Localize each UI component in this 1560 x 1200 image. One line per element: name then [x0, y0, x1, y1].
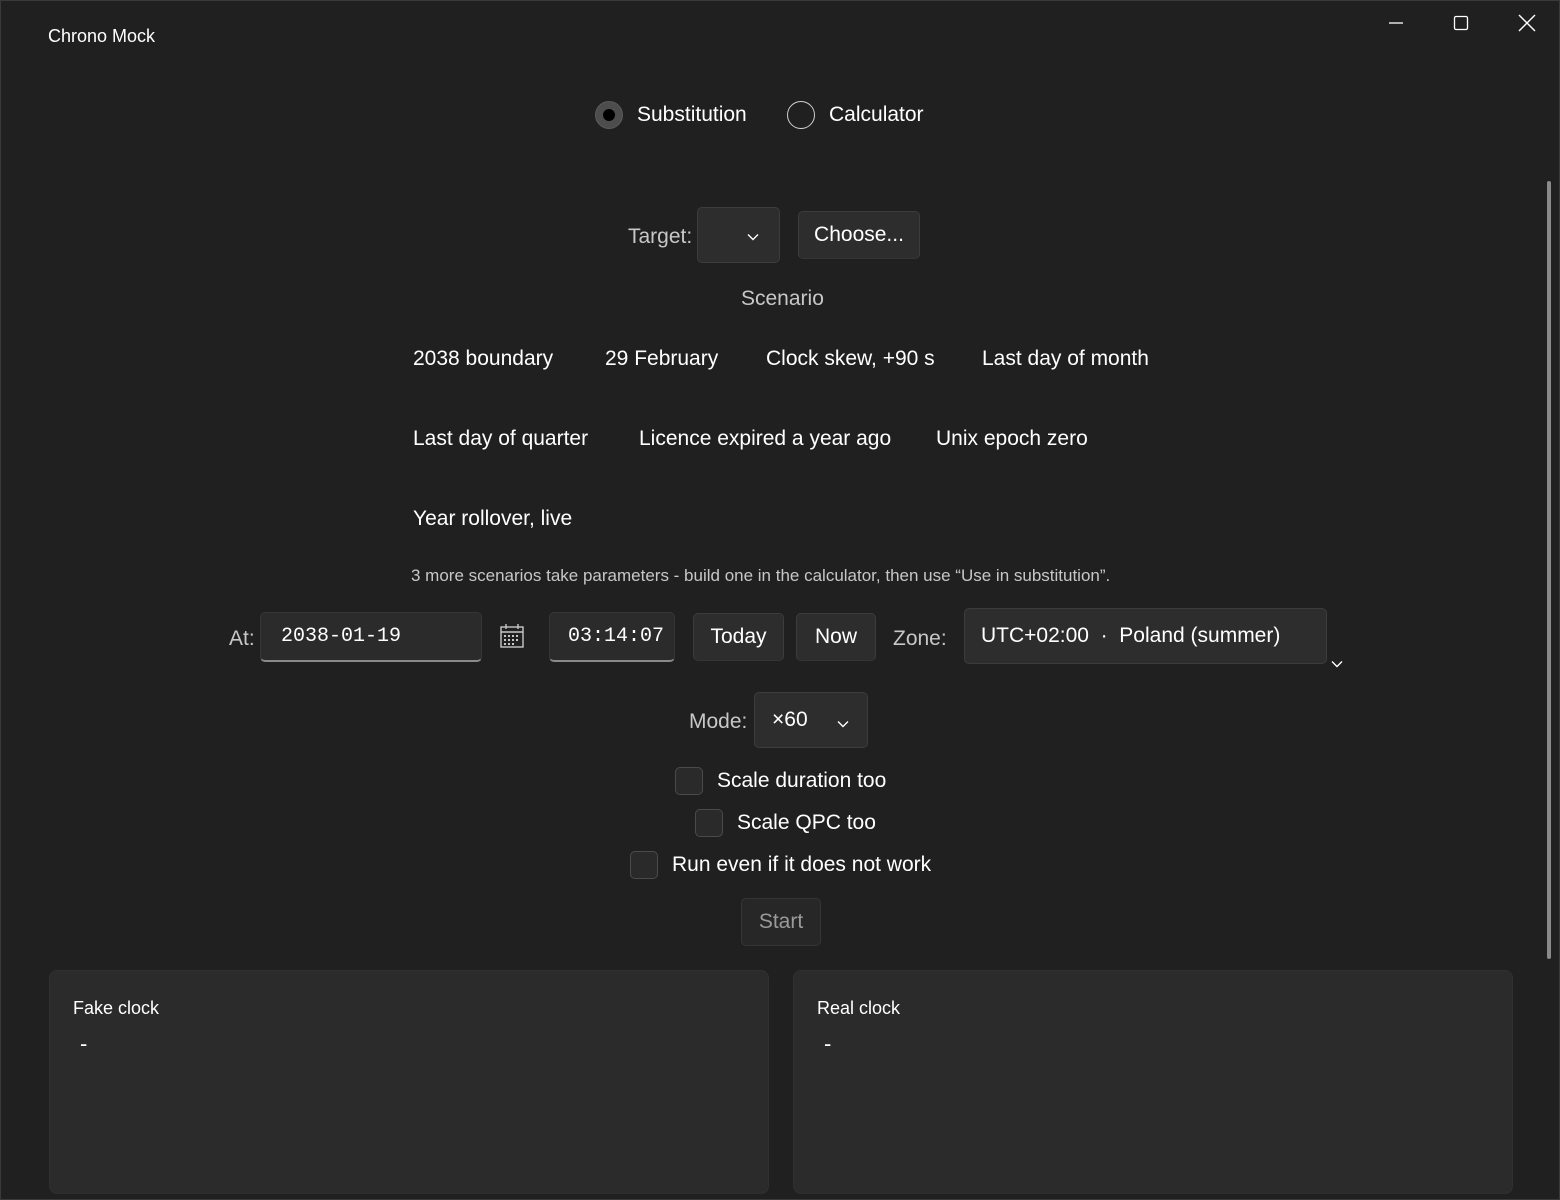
radio-unchecked-icon: [787, 101, 815, 129]
target-dropdown[interactable]: [697, 207, 780, 263]
chevron-down-icon: [1295, 629, 1344, 701]
scale-qpc-checkbox[interactable]: Scale QPC too: [695, 809, 876, 837]
real-clock-panel: Real clock -: [793, 970, 1513, 1194]
app-window: Chrono Mock Substitution Calculator Targ…: [0, 0, 1560, 1200]
scale-duration-checkbox[interactable]: Scale duration too: [675, 767, 886, 795]
chevron-down-icon: [746, 226, 760, 250]
checkbox-box: [675, 767, 703, 795]
maximize-icon: [1453, 15, 1469, 31]
now-button[interactable]: Now: [796, 613, 876, 661]
today-button[interactable]: Today: [693, 613, 784, 661]
minimize-button[interactable]: [1364, 1, 1428, 45]
radio-substitution-label: Substitution: [637, 103, 747, 126]
window-title: Chrono Mock: [48, 26, 156, 46]
radio-calculator-label: Calculator: [829, 103, 924, 126]
maximize-button[interactable]: [1429, 1, 1493, 45]
scale-qpc-label: Scale QPC too: [737, 811, 876, 834]
time-value: 03:14:07: [568, 625, 665, 648]
zone-label: Zone:: [893, 627, 947, 650]
zone-value: UTC+02:00 · Poland (summer): [981, 624, 1281, 647]
mode-label: Mode:: [689, 710, 748, 733]
real-clock-title: Real clock: [817, 998, 901, 1018]
mode-dropdown[interactable]: ×60: [754, 692, 868, 748]
date-input[interactable]: 2038-01-19: [260, 612, 482, 662]
chevron-down-icon: [836, 713, 850, 737]
vertical-scrollbar[interactable]: [1547, 181, 1551, 959]
scenario-hint: 3 more scenarios take parameters - build…: [411, 566, 1111, 585]
close-icon: [1518, 14, 1536, 32]
scenario-item[interactable]: 29 February: [605, 347, 718, 371]
choose-button[interactable]: Choose...: [798, 211, 920, 259]
scenario-item[interactable]: Year rollover, live: [413, 507, 572, 531]
scale-duration-label: Scale duration too: [717, 769, 887, 792]
scenario-item[interactable]: 2038 boundary: [413, 347, 553, 371]
run-anyway-checkbox[interactable]: Run even if it does not work: [630, 851, 931, 879]
date-value: 2038-01-19: [281, 625, 402, 648]
checkbox-box: [630, 851, 658, 879]
at-label: At:: [229, 627, 255, 650]
checkbox-box: [695, 809, 723, 837]
target-label: Target:: [628, 225, 693, 248]
scenario-item[interactable]: Clock skew, +90 s: [766, 347, 935, 371]
close-button[interactable]: [1495, 1, 1559, 45]
time-input[interactable]: 03:14:07: [549, 612, 675, 662]
minimize-icon: [1388, 15, 1404, 31]
scenario-item[interactable]: Unix epoch zero: [936, 427, 1088, 451]
fake-clock-value: -: [80, 1031, 88, 1056]
fake-clock-title: Fake clock: [73, 998, 160, 1018]
radio-substitution[interactable]: Substitution: [595, 101, 747, 129]
run-anyway-label: Run even if it does not work: [672, 853, 932, 876]
scenario-item[interactable]: Last day of quarter: [413, 427, 588, 451]
zone-dropdown[interactable]: UTC+02:00 · Poland (summer): [964, 608, 1343, 668]
calendar-icon[interactable]: [499, 623, 525, 654]
mode-value: ×60: [772, 708, 808, 731]
radio-calculator[interactable]: Calculator: [787, 101, 924, 129]
scenario-item[interactable]: Last day of month: [982, 347, 1149, 371]
scenario-item[interactable]: Licence expired a year ago: [639, 427, 891, 451]
start-button[interactable]: Start: [741, 898, 821, 946]
scenario-heading: Scenario: [741, 287, 824, 310]
fake-clock-panel: Fake clock -: [49, 970, 769, 1194]
real-clock-value: -: [824, 1031, 832, 1056]
radio-checked-icon: [595, 101, 623, 129]
